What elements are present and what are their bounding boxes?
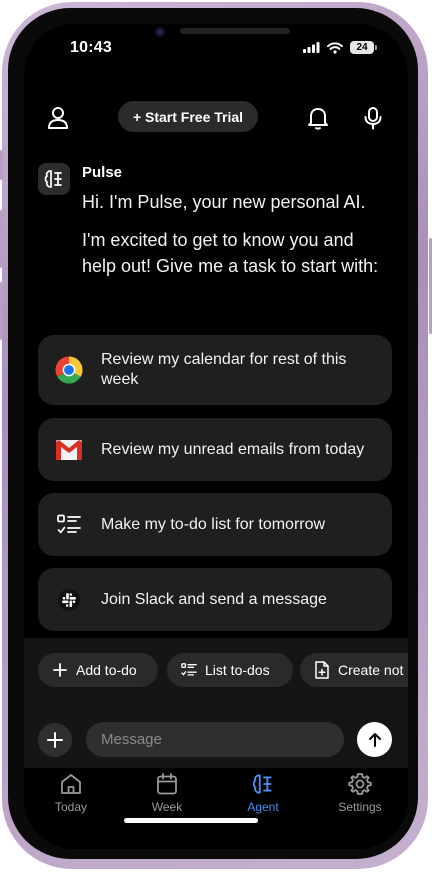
tab-settings[interactable]: Settings [320, 772, 400, 814]
attach-button[interactable] [38, 723, 72, 757]
arrow-up-icon [368, 732, 381, 747]
message-input[interactable] [86, 722, 344, 757]
gmail-icon [54, 435, 84, 465]
tab-week[interactable]: Week [127, 772, 207, 814]
chip-label: Add to-do [76, 662, 137, 678]
agent-icon [252, 774, 272, 794]
assistant-greeting: Hi. I'm Pulse, your new personal AI. [82, 192, 366, 212]
signal-icon [303, 42, 320, 53]
chip-label: Create not [338, 662, 404, 678]
chip-label: List to-dos [205, 662, 270, 678]
task-card-slack[interactable]: Join Slack and send a message [38, 568, 392, 631]
app-screen: 10:43 24 + Start Free Trial Pulse Hi. I'… [24, 24, 408, 849]
task-label: Review my unread emails from today [101, 440, 365, 458]
home-icon [61, 774, 81, 794]
status-indicators: 24 [303, 41, 377, 54]
battery-indicator: 24 [350, 41, 377, 54]
user-icon [48, 107, 68, 129]
list-icon [181, 662, 197, 678]
send-button[interactable] [357, 722, 392, 757]
add-todo-chip[interactable]: Add to-do [38, 653, 158, 687]
agent-icon [44, 170, 62, 188]
tab-label: Week [151, 800, 183, 814]
app-header: + Start Free Trial [24, 100, 408, 138]
status-time: 10:43 [70, 39, 112, 56]
dynamic-island [180, 28, 290, 34]
plus-icon [52, 662, 68, 678]
composer-panel: Add to-do List to-dos Create not [24, 638, 408, 768]
task-label: Join Slack and send a message [101, 590, 327, 608]
task-card-calendar[interactable]: Review my calendar for rest of this week [38, 335, 392, 405]
task-card-todo[interactable]: Make my to-do list for tomorrow [38, 493, 392, 556]
notifications-button[interactable] [304, 104, 332, 132]
tab-today[interactable]: Today [31, 772, 111, 814]
list-todos-chip[interactable]: List to-dos [167, 653, 293, 687]
chrome-icon [54, 355, 84, 385]
task-card-emails[interactable]: Review my unread emails from today [38, 418, 392, 481]
note-add-icon [314, 661, 330, 679]
front-camera-icon [155, 27, 165, 37]
gear-icon [348, 773, 372, 795]
task-label: Make my to-do list for tomorrow [101, 515, 326, 533]
phone-side-button [0, 150, 3, 180]
bell-icon [308, 108, 328, 130]
tab-bar: Today Week Agent Settings [24, 768, 408, 849]
tab-label: Agent [247, 800, 279, 814]
home-indicator[interactable] [124, 818, 258, 823]
checklist-icon [54, 510, 84, 540]
microphone-icon [364, 107, 382, 130]
voice-input-button[interactable] [359, 104, 387, 132]
assistant-name: Pulse [82, 164, 123, 181]
assistant-intro: I'm excited to get to know you and help … [82, 230, 379, 276]
create-note-chip[interactable]: Create not [300, 653, 408, 687]
phone-volume-down [0, 282, 3, 340]
tab-agent[interactable]: Agent [223, 772, 303, 814]
tab-label: Settings [338, 800, 382, 814]
slack-icon [54, 585, 84, 615]
phone-volume-up [0, 210, 3, 268]
wifi-icon [327, 41, 343, 54]
pulse-avatar [38, 163, 70, 195]
task-label: Review my calendar for rest of this week [101, 351, 347, 388]
plus-icon [47, 732, 63, 748]
tab-label: Today [54, 800, 88, 814]
calendar-icon [157, 773, 177, 795]
start-free-trial-button[interactable]: + Start Free Trial [118, 101, 258, 132]
profile-button[interactable] [44, 104, 72, 132]
